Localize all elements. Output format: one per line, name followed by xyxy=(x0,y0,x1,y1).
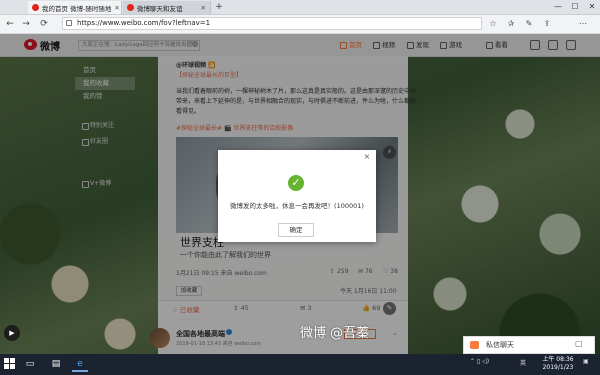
tab-weibo-home[interactable]: 我的首页 微博-随时随地 ✕ xyxy=(28,1,122,14)
more-icon[interactable]: ⋯ xyxy=(578,19,588,29)
tab-close-icon[interactable]: ✕ xyxy=(198,4,206,12)
edge-browser-icon[interactable]: e xyxy=(72,357,88,372)
clock-date: 2019/1/23 xyxy=(542,364,574,371)
clock-time: 上午 08:36 xyxy=(542,356,574,363)
favorites-icon[interactable]: ✰ xyxy=(506,19,516,29)
play-icon[interactable]: ▶ xyxy=(4,325,20,341)
weibo-favicon-icon xyxy=(32,4,39,11)
maximize-button[interactable]: ☐ xyxy=(567,0,583,14)
tab-close-icon[interactable]: ✕ xyxy=(111,4,119,12)
chat-label[interactable]: 私信聊天 xyxy=(486,340,514,350)
chat-icon xyxy=(470,341,479,349)
weibo-favicon-icon xyxy=(127,4,134,11)
watermark: 微博 @吾蓁 xyxy=(300,326,370,341)
file-explorer-icon[interactable]: ▤ xyxy=(48,357,64,372)
close-icon[interactable]: × xyxy=(362,152,372,162)
notifications-icon[interactable]: ▣ xyxy=(583,358,589,365)
chat-expand-icon[interactable]: ▢ xyxy=(575,339,583,348)
bookmark-icon[interactable]: ☆ xyxy=(488,19,498,29)
taskbar-clock[interactable]: 上午 08:36 2019/1/23 xyxy=(540,356,576,372)
lock-icon xyxy=(66,20,72,26)
refresh-icon[interactable]: ⟳ xyxy=(38,18,50,30)
success-check-icon: ✓ xyxy=(288,175,304,191)
forward-icon[interactable]: → xyxy=(20,18,32,30)
windows-taskbar xyxy=(0,354,600,375)
tab-title: 我的首页 微博-随时随地 xyxy=(42,4,112,13)
back-icon[interactable]: ← xyxy=(4,18,16,30)
tray-icons[interactable]: ⌃ ▯ ◁) xyxy=(470,358,489,365)
browser-nav-bar: ← → ⟳ https://www.weibo.com/fov?leftnav=… xyxy=(0,15,600,34)
windows-start-icon[interactable] xyxy=(4,358,16,370)
tab-weibo-chat[interactable]: 微博聊天和友谊 ✕ xyxy=(123,1,211,14)
minimize-button[interactable]: — xyxy=(550,0,566,14)
share-icon[interactable]: ⇪ xyxy=(542,19,552,29)
dialog-message: 微博发的太多啦，休息一会再发吧！(100001) xyxy=(230,202,364,210)
task-view-icon[interactable]: ▭ xyxy=(22,357,38,372)
address-bar[interactable]: https://www.weibo.com/fov?leftnav=1 xyxy=(62,17,482,30)
input-language[interactable]: 英 xyxy=(520,358,526,367)
close-window-button[interactable]: ✕ xyxy=(584,0,600,14)
notes-icon[interactable]: ✎ xyxy=(524,19,534,29)
new-tab-icon[interactable]: + xyxy=(213,1,225,13)
ok-button[interactable]: 确定 xyxy=(278,223,314,237)
tab-title: 微博聊天和友谊 xyxy=(137,4,183,13)
